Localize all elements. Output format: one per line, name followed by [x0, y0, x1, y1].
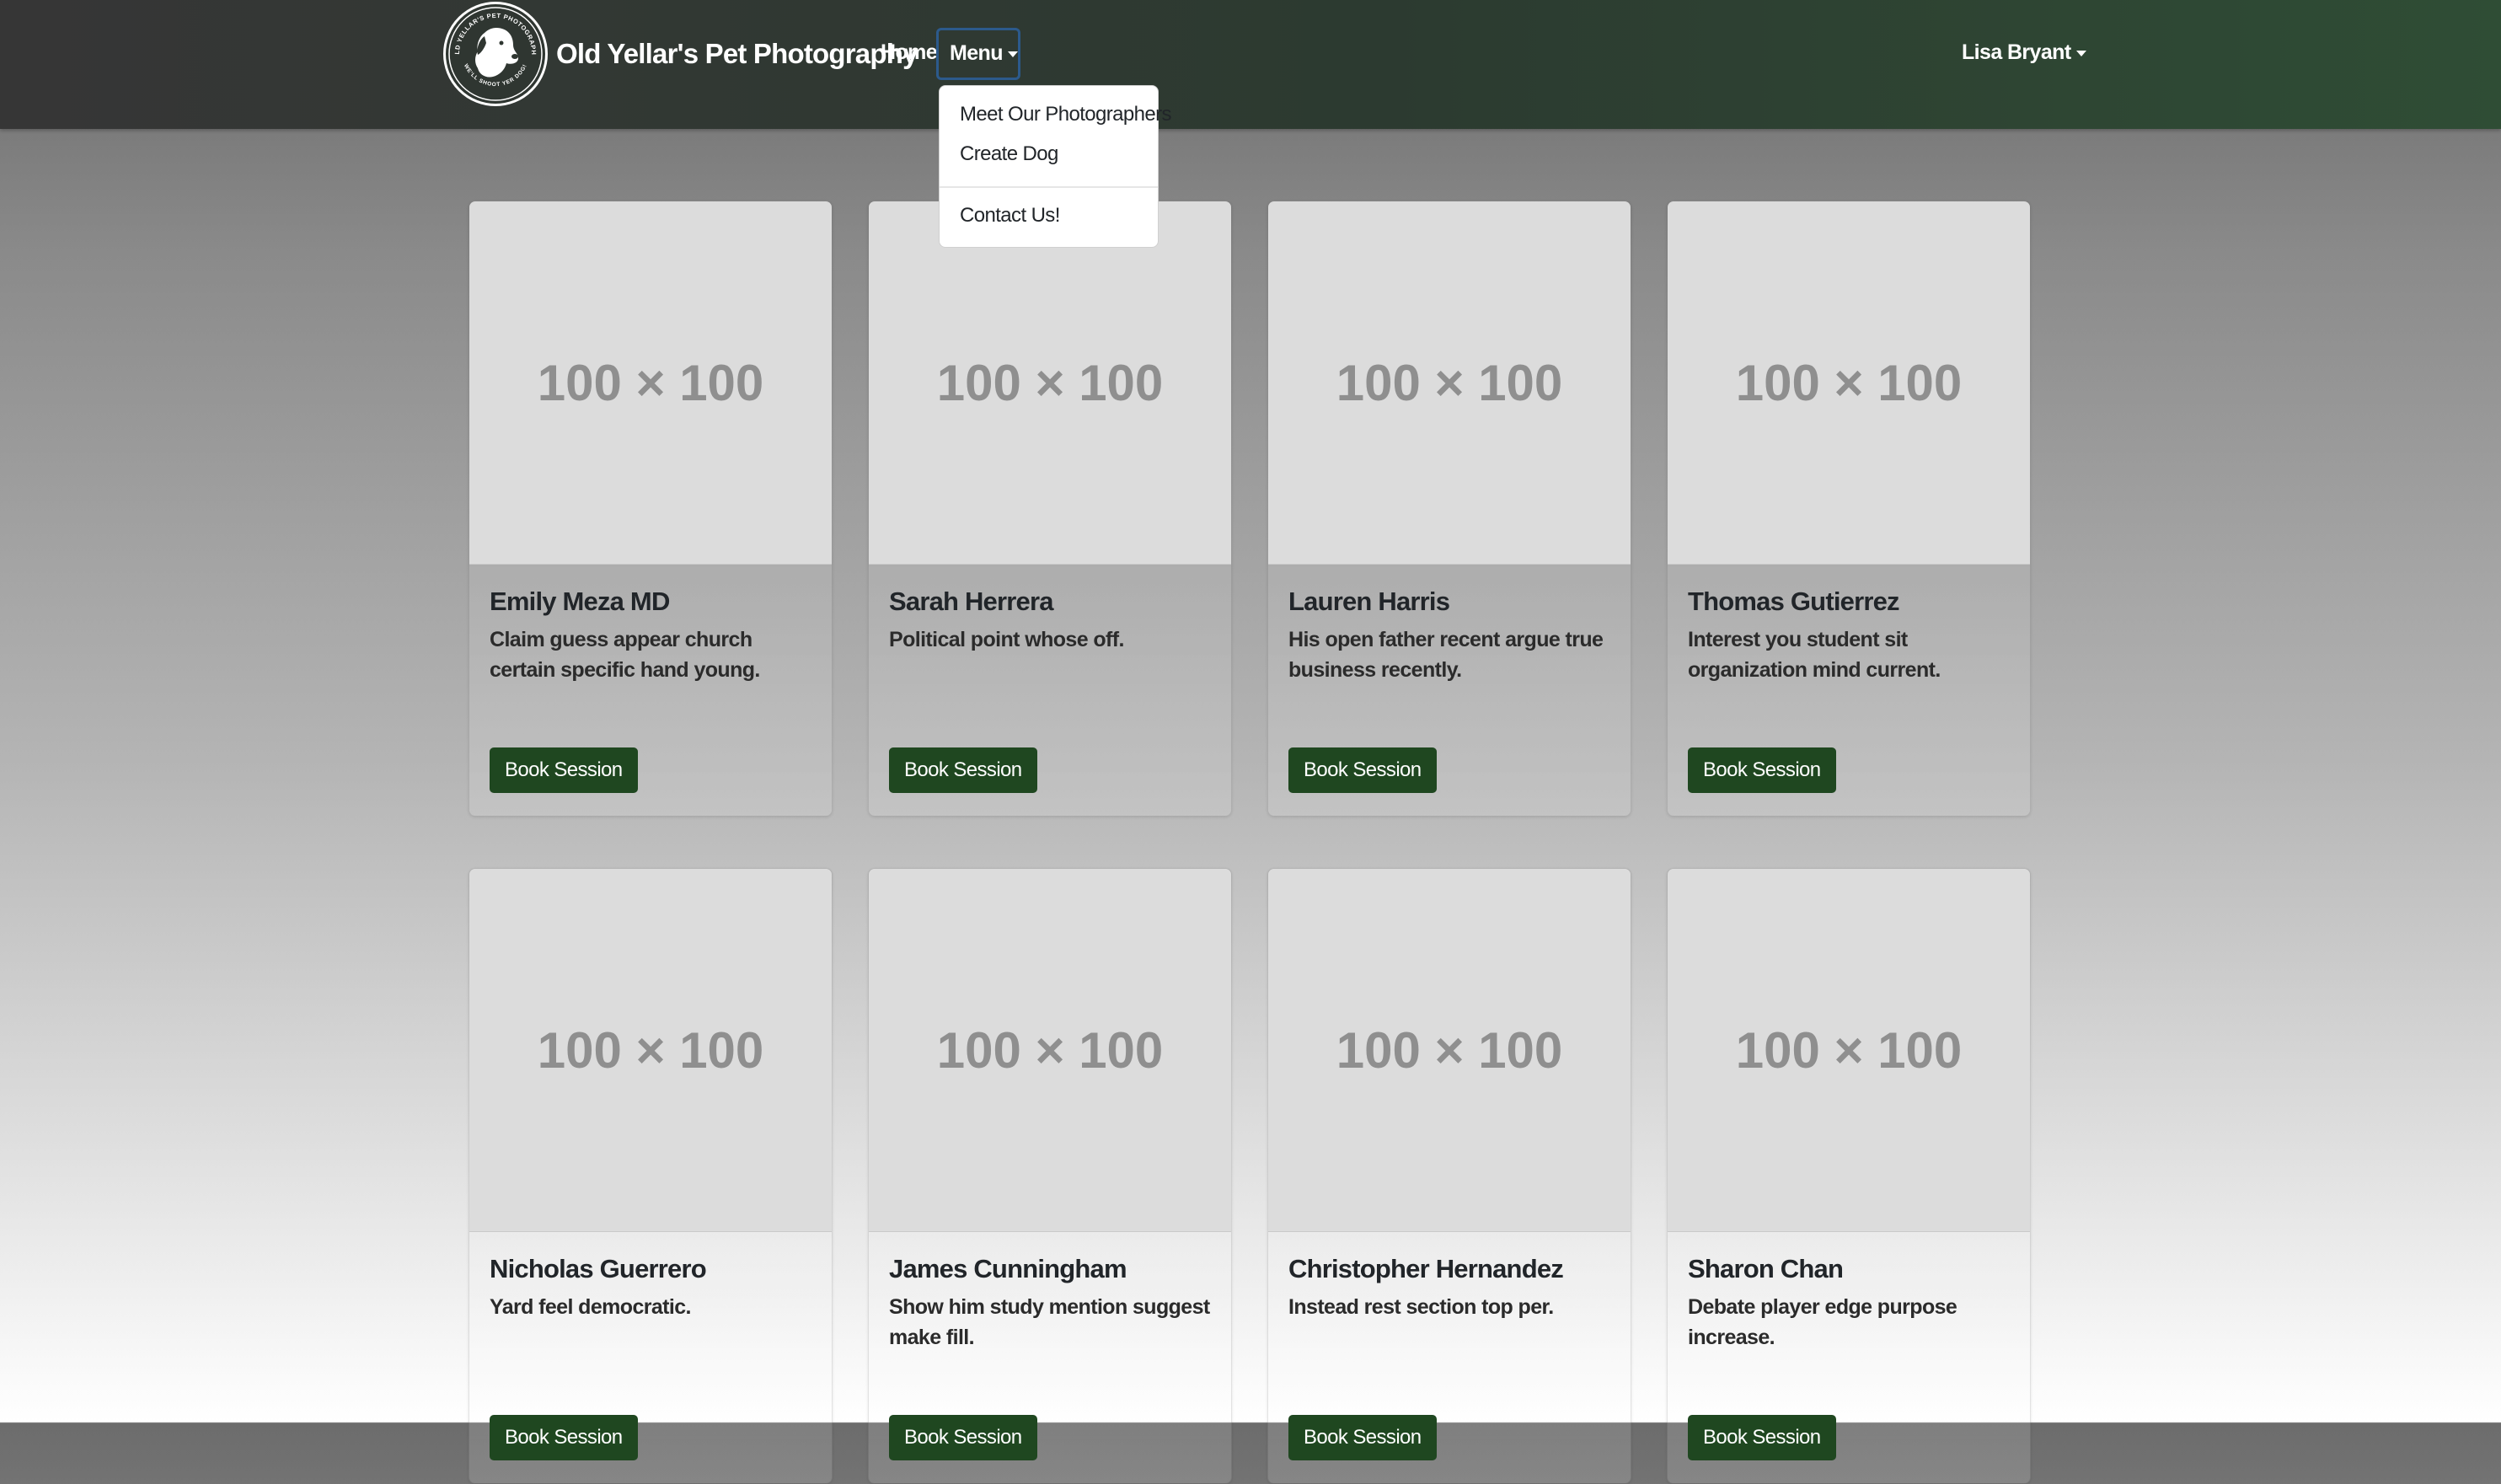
- card-image-placeholder: 100 × 100: [869, 869, 1231, 1232]
- card-title: Nicholas Guerrero: [490, 1254, 707, 1283]
- card-body: Christopher Hernandez Instead rest secti…: [1268, 1232, 1631, 1460]
- photographer-card: 100 × 100 Lauren Harris His open father …: [1267, 201, 1631, 817]
- card-text: Interest you student sit organization mi…: [1688, 628, 1941, 682]
- card-title: Lauren Harris: [1288, 587, 1450, 616]
- card-title: Christopher Hernandez: [1288, 1254, 1564, 1283]
- card-image-placeholder: 100 × 100: [1268, 869, 1631, 1232]
- card-image-placeholder: 100 × 100: [869, 201, 1231, 565]
- book-session-button[interactable]: Book Session: [1688, 1415, 1836, 1460]
- card-body: Sarah Herrera Political point whose off.…: [869, 565, 1231, 793]
- card-title: Thomas Gutierrez: [1688, 587, 1900, 616]
- chevron-down-icon: [2075, 50, 2086, 56]
- card-text: Claim guess appear church certain specif…: [490, 628, 760, 682]
- card-title: Emily Meza MD: [490, 587, 670, 616]
- book-session-button[interactable]: Book Session: [490, 1415, 638, 1460]
- menu-dropdown: Meet Our Photographers Create Dog Contac…: [939, 85, 1172, 248]
- brand-name: Old Yellar's Pet Photography: [556, 38, 918, 69]
- book-session-button[interactable]: Book Session: [1288, 1415, 1437, 1460]
- user-menu-toggle[interactable]: Lisa Bryant: [1962, 40, 2086, 65]
- card-title: Sharon Chan: [1688, 1254, 1844, 1283]
- dropdown-item-photographers[interactable]: Meet Our Photographers: [960, 103, 1172, 126]
- dog-logo-icon: OLD YELLAR'S PET PHOTOGRAPHY WE'LL SHOOT…: [446, 4, 543, 101]
- card-text: Yard feel democratic.: [490, 1295, 692, 1319]
- dropdown-item-contact[interactable]: Contact Us!: [960, 204, 1060, 228]
- card-title: Sarah Herrera: [889, 587, 1053, 616]
- card-body: Thomas Gutierrez Interest you student si…: [1668, 565, 2030, 793]
- card-text: Debate player edge purpose increase.: [1688, 1295, 1957, 1349]
- chevron-down-icon: [1007, 51, 1018, 57]
- card-body: Lauren Harris His open father recent arg…: [1268, 565, 1631, 793]
- photographer-card: 100 × 100 Sharon Chan Debate player edge…: [1667, 868, 2031, 1484]
- card-image-placeholder: 100 × 100: [1668, 201, 2030, 565]
- card-body: Sharon Chan Debate player edge purpose i…: [1668, 1232, 2030, 1460]
- dropdown-divider: [940, 186, 1158, 188]
- book-session-button[interactable]: Book Session: [1688, 747, 1836, 793]
- card-text: His open father recent argue true busine…: [1288, 628, 1604, 682]
- book-session-button[interactable]: Book Session: [490, 747, 638, 793]
- card-body: Nicholas Guerrero Yard feel democratic. …: [469, 1232, 832, 1460]
- book-session-button[interactable]: Book Session: [889, 1415, 1037, 1460]
- photographer-card: 100 × 100 James Cunningham Show him stud…: [868, 868, 1232, 1484]
- card-image-placeholder: 100 × 100: [469, 201, 832, 565]
- brand-link[interactable]: OLD YELLAR'S PET PHOTOGRAPHY WE'LL SHOOT…: [443, 2, 918, 106]
- brand-logo: OLD YELLAR'S PET PHOTOGRAPHY WE'LL SHOOT…: [443, 2, 548, 106]
- navbar: OLD YELLAR'S PET PHOTOGRAPHY WE'LL SHOOT…: [0, 0, 2501, 129]
- photographer-card: 100 × 100 Christopher Hernandez Instead …: [1267, 868, 1631, 1484]
- card-text: Show him study mention suggest make fill…: [889, 1295, 1210, 1349]
- user-name: Lisa Bryant: [1962, 40, 2071, 64]
- card-image-placeholder: 100 × 100: [1668, 869, 2030, 1232]
- photographer-card: 100 × 100 Sarah Herrera Political point …: [868, 201, 1232, 817]
- dropdown-item-create-dog[interactable]: Create Dog: [960, 142, 1058, 166]
- card-text: Political point whose off.: [889, 628, 1124, 651]
- card-title: James Cunningham: [889, 1254, 1127, 1283]
- photographer-card: 100 × 100 Thomas Gutierrez Interest you …: [1667, 201, 2031, 817]
- photographer-card: 100 × 100 Emily Meza MD Claim guess appe…: [469, 201, 833, 817]
- photographer-card: 100 × 100 Nicholas Guerrero Yard feel de…: [469, 868, 833, 1484]
- card-image-placeholder: 100 × 100: [469, 869, 832, 1232]
- book-session-button[interactable]: Book Session: [889, 747, 1037, 793]
- card-image-placeholder: 100 × 100: [1268, 201, 1631, 565]
- nav-home-link[interactable]: Home: [881, 40, 938, 65]
- nav-menu-label: Menu: [950, 41, 1003, 65]
- card-body: James Cunningham Show him study mention …: [869, 1232, 1231, 1460]
- card-body: Emily Meza MD Claim guess appear church …: [469, 565, 832, 793]
- book-session-button[interactable]: Book Session: [1288, 747, 1437, 793]
- card-text: Instead rest section top per.: [1288, 1295, 1554, 1319]
- nav-menu-toggle[interactable]: Menu: [936, 28, 1020, 80]
